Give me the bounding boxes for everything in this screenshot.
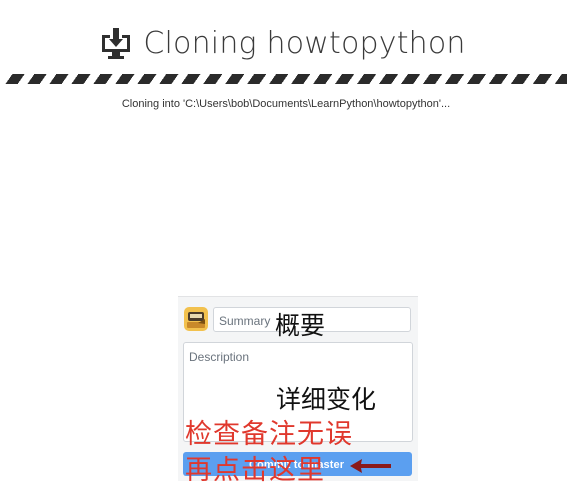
summary-annotation: 概要: [275, 311, 326, 340]
summary-placeholder: Summary: [219, 314, 271, 328]
description-placeholder: Description: [189, 350, 250, 364]
clone-status-text: Cloning into 'C:\Users\bob\Documents\Lea…: [121, 98, 451, 110]
click-annotation: 再点击这里: [185, 455, 325, 486]
check-annotation: 检查备注无误: [185, 419, 353, 450]
left-arrow-icon: [350, 459, 391, 473]
clone-progress-bar: [5, 74, 567, 84]
page-header: Cloning howtopython: [0, 20, 579, 66]
user-avatar-icon: [184, 307, 208, 331]
description-annotation: 详细变化: [276, 385, 377, 414]
page-title: Cloning howtopython: [143, 25, 466, 61]
download-to-desktop-icon: [102, 28, 131, 59]
